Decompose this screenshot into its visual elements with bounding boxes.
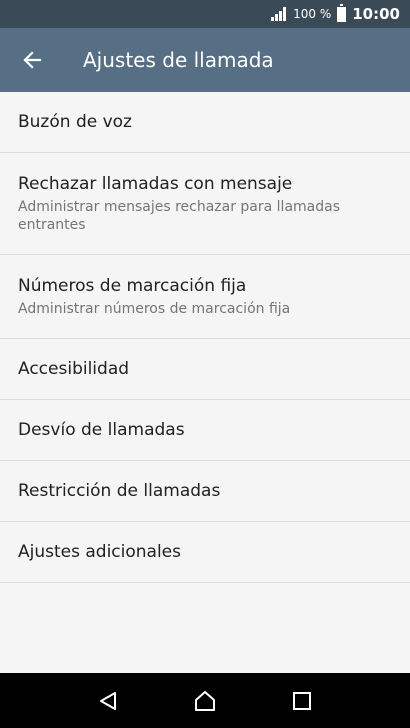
- battery-percent: 100 %: [293, 7, 332, 21]
- nav-back-button[interactable]: [88, 681, 128, 721]
- clock: 10:00: [352, 5, 400, 23]
- nav-recents-button[interactable]: [282, 681, 322, 721]
- list-item-primary: Ajustes adicionales: [18, 542, 182, 562]
- page-title: Ajustes de llamada: [83, 48, 274, 72]
- list-item-secondary: Administrar números de marcación fija: [18, 300, 291, 317]
- nav-home-button[interactable]: [185, 681, 225, 721]
- list-item-rechazar-llamadas[interactable]: Rechazar llamadas con mensaje Administra…: [0, 153, 410, 255]
- list-item-numeros-marcacion-fija[interactable]: Números de marcación fija Administrar nú…: [0, 255, 410, 339]
- nav-home-icon: [194, 690, 215, 711]
- navigation-bar: [0, 673, 410, 728]
- list-item-accesibilidad[interactable]: Accesibilidad: [0, 339, 410, 400]
- list-item-primary: Números de marcación fija: [18, 275, 247, 296]
- status-bar: 100 % 10:00: [0, 0, 410, 28]
- signal-icon: [271, 7, 287, 21]
- list-item-primary: Accesibilidad: [18, 359, 130, 379]
- list-item-primary: Buzón de voz: [18, 112, 132, 132]
- list-item-restriccion-de-llamadas[interactable]: Restricción de llamadas: [0, 461, 410, 522]
- list-item-primary: Rechazar llamadas con mensaje: [18, 173, 293, 194]
- list-item-primary: Restricción de llamadas: [18, 481, 221, 501]
- settings-list: Buzón de voz Rechazar llamadas con mensa…: [0, 92, 410, 583]
- list-item-desvio-de-llamadas[interactable]: Desvío de llamadas: [0, 400, 410, 461]
- list-item-primary: Desvío de llamadas: [18, 420, 185, 440]
- back-arrow-icon: [23, 51, 42, 69]
- battery-icon: [337, 3, 347, 22]
- list-item-secondary: Administrar mensajes rechazar para llama…: [18, 198, 341, 233]
- app-bar: Ajustes de llamada: [0, 28, 410, 92]
- list-item-buzon-de-voz[interactable]: Buzón de voz: [0, 92, 410, 153]
- list-item-ajustes-adicionales[interactable]: Ajustes adicionales: [0, 522, 410, 583]
- back-button[interactable]: [0, 28, 64, 92]
- nav-back-icon: [100, 691, 117, 710]
- nav-recents-icon: [292, 691, 311, 710]
